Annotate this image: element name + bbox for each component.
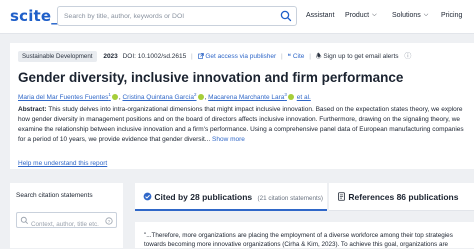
quote-icon: ❝ — [287, 53, 292, 60]
scite-logo[interactable]: scite_ — [10, 7, 59, 25]
search-box[interactable] — [57, 6, 297, 26]
tab-cited-by[interactable]: Cited by 28 publications (21 citation st… — [135, 183, 327, 211]
email-alerts-link[interactable]: 🕭 Sign up to get email alerts — [316, 53, 401, 60]
orcid-icon[interactable] — [197, 94, 204, 101]
help-circle-icon[interactable]: ? — [105, 217, 113, 225]
nav-solutions-menu[interactable]: Solutions ⌵ — [392, 12, 428, 19]
tab-cited-by-label: Cited by 28 publications — [154, 192, 253, 202]
author-link[interactable]: Cristina Quintana García2 — [122, 92, 196, 101]
nav-pricing[interactable]: Pricing — [441, 12, 462, 19]
category-badge[interactable]: Sustainable Development — [18, 51, 97, 62]
article-meta-row: Sustainable Development 2023 DOI: 10.100… — [18, 51, 411, 63]
email-alerts-label: Sign up to get email alerts — [323, 53, 399, 60]
citation-statement-text: "...Therefore, more organizations are pl… — [144, 232, 453, 248]
article-card: Sustainable Development 2023 DOI: 10.100… — [10, 43, 474, 169]
orcid-icon[interactable] — [111, 94, 118, 101]
nav-assistant[interactable]: Assistant — [306, 12, 334, 19]
citation-search-box[interactable]: ? — [16, 212, 117, 232]
document-icon — [338, 192, 345, 201]
author-link[interactable]: Maria del Mar Fuentes Fuentes1 — [18, 92, 111, 101]
check-circle-icon — [143, 192, 152, 201]
get-access-label: Get access via publisher — [205, 53, 277, 60]
tab-references-label: References 86 publications — [348, 192, 459, 202]
abstract-label: Abstract: — [18, 106, 47, 113]
abstract: Abstract: This study delves into intra-o… — [18, 105, 468, 145]
chevron-down-icon: ⌵ — [423, 12, 429, 18]
citation-search-input[interactable] — [17, 217, 116, 232]
show-more-link[interactable]: Show more — [212, 136, 245, 143]
separator: | — [191, 53, 193, 60]
nav-product-label: Product — [345, 12, 370, 19]
chevron-down-icon: ⌵ — [372, 12, 377, 18]
nav-product-menu[interactable]: Product ⌵ — [345, 12, 377, 19]
svg-text:?: ? — [108, 219, 111, 225]
et-al-link[interactable]: et al. — [297, 94, 311, 101]
external-link-icon — [197, 52, 204, 59]
search-icon[interactable] — [279, 9, 293, 23]
help-understand-report-link[interactable]: Help me understand this report — [18, 160, 107, 167]
author-link[interactable]: Macarena Marchante Lara3 — [208, 92, 287, 101]
search-icon — [20, 216, 29, 225]
citation-statement-card: "...Therefore, more organizations are pl… — [135, 222, 474, 248]
tab-references[interactable]: References 86 publications — [329, 183, 474, 211]
doi-text: DOI: 10.1002/sd.2615 — [122, 53, 187, 60]
search-input[interactable] — [58, 7, 272, 25]
panel-heading: Search citation statements — [16, 192, 93, 199]
info-icon[interactable]: ⓘ — [404, 51, 411, 61]
publication-year: 2023 — [103, 53, 118, 60]
cite-link[interactable]: ❝ Cite — [288, 53, 307, 60]
author-list: Maria del Mar Fuentes Fuentes1, Cristina… — [18, 92, 311, 102]
orcid-icon[interactable] — [287, 94, 294, 101]
citation-statements-count: (21 citation statements) — [257, 195, 323, 202]
article-title: Gender diversity, inclusive innovation a… — [18, 70, 404, 85]
tab-cited-by-content: Cited by 28 publications (21 citation st… — [143, 192, 323, 202]
cite-label: Cite — [292, 53, 305, 60]
separator: | — [309, 53, 311, 60]
get-access-link[interactable]: Get access via publisher — [197, 52, 278, 60]
separator: | — [280, 53, 283, 60]
nav-solutions-label: Solutions — [392, 12, 421, 19]
bell-icon: 🕭 — [315, 53, 322, 60]
top-navigation-bar: scite_ Assistant Product⌵ Solutions⌵ Pri… — [0, 0, 474, 34]
tab-references-content: References 86 publications — [337, 192, 458, 202]
citation-statements-panel: Search citation statements ? — [10, 183, 123, 248]
